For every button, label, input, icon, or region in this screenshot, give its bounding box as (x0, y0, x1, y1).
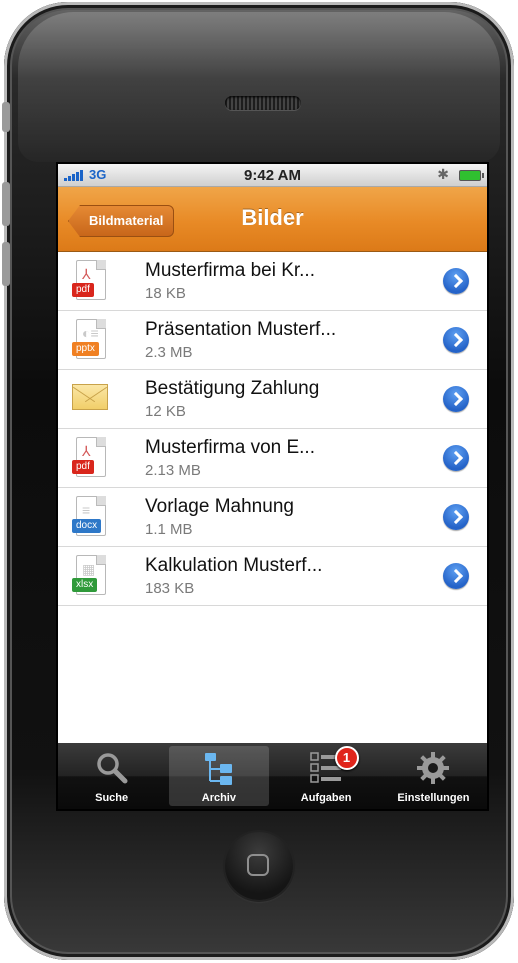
gear-icon (417, 752, 450, 784)
home-square-icon (247, 854, 269, 876)
page-title: Bilder (241, 205, 304, 230)
file-size: 1.1 MB (145, 521, 193, 538)
docx-file-icon: ≡ docx (72, 496, 108, 538)
list-item[interactable]: ⅄ pdf Musterfirma bei Kr... 18 KB (58, 252, 487, 311)
file-size: 2.13 MB (145, 462, 201, 479)
xlsx-file-icon: ▦ xlsx (72, 555, 108, 597)
tab-suche[interactable]: Suche (58, 743, 165, 809)
status-bar: 3G 9:42 AM ✱ (58, 164, 487, 187)
device-gloss (18, 12, 500, 162)
file-name: Bestätigung Zahlung (145, 378, 320, 399)
detail-disclosure-button[interactable] (443, 268, 469, 294)
list-item[interactable]: ≡ docx Vorlage Mahnung 1.1 MB (58, 488, 487, 547)
volume-up-button (2, 182, 10, 226)
volume-down-button (2, 242, 10, 286)
detail-disclosure-button[interactable] (443, 386, 469, 412)
pdf-file-icon: ⅄ pdf (72, 260, 108, 302)
tab-bar: Suche Archiv 1 Aufgaben Einstellungen (58, 743, 487, 809)
status-time: 9:42 AM (244, 167, 301, 184)
pptx-file-icon: ◐≡ pptx (72, 319, 108, 361)
battery-icon (459, 170, 484, 181)
file-type-badge: pdf (72, 460, 94, 474)
list-item[interactable]: ◐≡ pptx Präsentation Musterf... 2.3 MB (58, 311, 487, 370)
file-size: 12 KB (145, 403, 186, 420)
folder-tree-icon (204, 753, 232, 785)
file-size: 18 KB (145, 285, 186, 302)
tab-label: Archiv (201, 792, 236, 804)
pdf-file-icon: ⅄ pdf (72, 437, 108, 479)
notification-badge: 1 (334, 746, 359, 770)
file-name: Vorlage Mahnung (145, 496, 294, 517)
home-button[interactable] (225, 832, 293, 900)
screen: 3G 9:42 AM ✱ Bildmaterial Bilder ⅄ pdf M… (58, 164, 487, 809)
tab-aufgaben[interactable]: 1 Aufgaben (273, 743, 380, 809)
tab-label: Aufgaben (300, 792, 352, 804)
earpiece-speaker (225, 96, 301, 110)
detail-disclosure-button[interactable] (443, 563, 469, 589)
file-list: ⅄ pdf Musterfirma bei Kr... 18 KB ◐≡ ppt… (58, 252, 487, 606)
mute-switch (2, 102, 10, 132)
list-item[interactable]: ▦ xlsx Kalkulation Musterf... 183 KB (58, 547, 487, 606)
list-item[interactable]: ⅄ pdf Musterfirma von E... 2.13 MB (58, 429, 487, 488)
tab-label: Einstellungen (397, 792, 470, 804)
envelope-icon (72, 378, 108, 420)
bluetooth-icon: ✱ (437, 166, 449, 182)
file-type-badge: docx (72, 519, 102, 533)
detail-disclosure-button[interactable] (443, 504, 469, 530)
list-item[interactable]: Bestätigung Zahlung 12 KB (58, 370, 487, 429)
file-name: Musterfirma von E... (145, 437, 315, 458)
detail-disclosure-button[interactable] (443, 327, 469, 353)
file-name: Präsentation Musterf... (145, 319, 337, 340)
tab-archiv[interactable]: Archiv (165, 743, 272, 809)
tab-label: Suche (95, 792, 129, 804)
file-type-badge: xlsx (72, 578, 98, 592)
file-size: 2.3 MB (145, 344, 193, 361)
tab-einstellungen[interactable]: Einstellungen (380, 743, 487, 809)
detail-disclosure-button[interactable] (443, 445, 469, 471)
magnifier-icon (96, 753, 128, 784)
file-type-badge: pdf (72, 283, 94, 297)
navigation-bar: Bildmaterial Bilder (58, 187, 487, 252)
file-type-badge: pptx (72, 342, 99, 356)
file-name: Kalkulation Musterf... (145, 555, 323, 576)
file-name: Musterfirma bei Kr... (145, 260, 315, 281)
file-size: 183 KB (145, 580, 195, 597)
